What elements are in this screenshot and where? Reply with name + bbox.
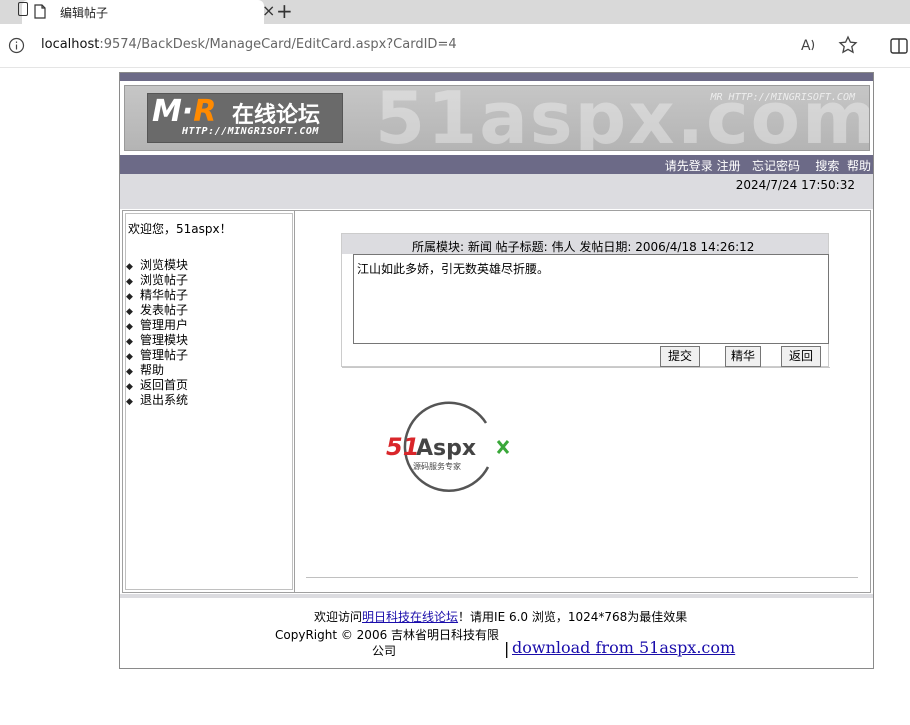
footer-welcome-prefix: 欢迎访问 bbox=[314, 610, 363, 624]
sidebar-item-label: 管理帖子 bbox=[140, 348, 189, 362]
footer-company: 公司 bbox=[372, 644, 397, 658]
forum-page: 51aspx.com MR HTTP://MINGRISOFT.COM M·R … bbox=[119, 72, 874, 669]
sidebar-item-label: 浏览模块 bbox=[140, 258, 189, 272]
back-button[interactable]: 返回 bbox=[781, 346, 821, 367]
sidebar-item-label: 管理用户 bbox=[140, 318, 189, 332]
logo-mr: M·R bbox=[152, 94, 216, 129]
logo-url: HTTP://MINGRISOFT.COM bbox=[182, 126, 319, 137]
info-icon[interactable] bbox=[8, 37, 25, 54]
sidebar-item-label: 发表帖子 bbox=[140, 303, 189, 317]
url-host: localhost bbox=[41, 37, 100, 52]
logo-51-text: 51 bbox=[386, 433, 419, 461]
sidebar-item-label: 返回首页 bbox=[140, 378, 189, 392]
post-content-textarea[interactable]: 江山如此多娇，引无数英雄尽折腰。 bbox=[353, 254, 829, 344]
sidebar-item-label: 精华帖子 bbox=[140, 288, 189, 302]
browser-tab[interactable]: 编辑帖子 × bbox=[18, 0, 275, 24]
post-info-text: 所属模块: 新闻 帖子标题: 伟人 发帖日期: 2006/4/18 14:26:… bbox=[412, 240, 755, 254]
diamond-bullet-icon: ◆ bbox=[126, 397, 133, 407]
welcome-text: 欢迎您，51aspx！ bbox=[128, 222, 232, 236]
main-divider bbox=[306, 577, 858, 578]
nav-forgot-password[interactable]: 忘记密码 bbox=[752, 159, 800, 173]
download-link[interactable]: download from 51aspx.com bbox=[512, 638, 735, 657]
read-aloud-icon[interactable]: A bbox=[800, 36, 818, 54]
sidebar-item-help[interactable]: ◆ 帮助 bbox=[126, 363, 188, 378]
footer-welcome-suffix: ！请用IE 6.0 浏览，1024*768为最佳效果 bbox=[458, 610, 688, 624]
url-path: :9574/BackDesk/ManageCard/EditCard.aspx?… bbox=[99, 37, 457, 52]
sidebar-item-featured-posts[interactable]: ◆ 精华帖子 bbox=[126, 288, 188, 303]
footer-separator bbox=[120, 594, 873, 598]
address-bar: localhost:9574/BackDesk/ManageCard/EditC… bbox=[0, 24, 910, 68]
new-tab-icon[interactable]: + bbox=[276, 0, 293, 22]
tab-title: 编辑帖子 bbox=[60, 6, 109, 20]
content-area: 欢迎您，51aspx！ ◆ 浏览模块 ◆ 浏览帖子 ◆ 精华帖子 ◆ 发表帖子 ◆ 管理用… bbox=[122, 210, 871, 593]
edit-post-form: 所属模块: 新闻 帖子标题: 伟人 发帖日期: 2006/4/18 14:26:… bbox=[341, 233, 830, 368]
footer-pipe: | bbox=[504, 639, 510, 658]
sidebar-item-logout[interactable]: ◆ 退出系统 bbox=[126, 393, 188, 408]
nav-search[interactable]: 搜索 bbox=[815, 159, 839, 173]
banner-small-url: MR HTTP://MINGRISOFT.COM bbox=[710, 92, 856, 103]
51aspx-logo[interactable]: 51 Aspx 源码服务专家 bbox=[386, 401, 512, 493]
nav-help[interactable]: 帮助 bbox=[847, 159, 871, 173]
top-stripe bbox=[120, 73, 873, 81]
sidebar-item-label: 浏览帖子 bbox=[140, 273, 189, 287]
main-panel: 所属模块: 新闻 帖子标题: 伟人 发帖日期: 2006/4/18 14:26:… bbox=[296, 211, 870, 592]
sidebar: 欢迎您，51aspx！ ◆ 浏览模块 ◆ 浏览帖子 ◆ 精华帖子 ◆ 发表帖子 ◆ 管理用… bbox=[123, 211, 295, 592]
browser-tabbar: 编辑帖子 × + bbox=[0, 0, 910, 24]
form-divider bbox=[342, 367, 830, 368]
current-datetime: 2024/7/24 17:50:32 bbox=[735, 178, 855, 192]
nav-login[interactable]: 请先登录 bbox=[665, 159, 713, 173]
date-bar: 2024/7/24 17:50:32 bbox=[120, 174, 873, 209]
footer-copyright: CopyRight © 2006 吉林省明日科技有限 bbox=[275, 628, 500, 642]
sidebar-item-browse-posts[interactable]: ◆ 浏览帖子 bbox=[126, 273, 188, 288]
submit-button[interactable]: 提交 bbox=[660, 346, 700, 367]
footer-welcome: 欢迎访问明日科技在线论坛！请用IE 6.0 浏览，1024*768为最佳效果 bbox=[314, 608, 687, 625]
essence-button[interactable]: 精华 bbox=[725, 346, 761, 367]
logo-subtitle: 源码服务专家 bbox=[413, 461, 461, 471]
forum-link[interactable]: 明日科技在线论坛 bbox=[362, 610, 458, 624]
sidebar-item-label: 管理模块 bbox=[140, 333, 189, 347]
split-screen-icon[interactable] bbox=[890, 38, 908, 54]
close-tab-icon[interactable]: × bbox=[262, 2, 275, 20]
logo-aspx-text: Aspx bbox=[416, 436, 476, 461]
sidebar-item-new-post[interactable]: ◆ 发表帖子 bbox=[126, 303, 188, 318]
site-logo[interactable]: M·R 在线论坛 HTTP://MINGRISOFT.COM bbox=[147, 93, 343, 143]
sidebar-item-label: 帮助 bbox=[140, 363, 165, 377]
sidebar-toggle-icon[interactable] bbox=[18, 2, 28, 16]
sidebar-item-manage-users[interactable]: ◆ 管理用户 bbox=[126, 318, 188, 333]
sidebar-item-browse-modules[interactable]: ◆ 浏览模块 bbox=[126, 258, 188, 273]
sidebar-menu: ◆ 浏览模块 ◆ 浏览帖子 ◆ 精华帖子 ◆ 发表帖子 ◆ 管理用户 ◆ 管理模块 ◆ 管理帖… bbox=[126, 258, 188, 408]
nav-register[interactable]: 注册 bbox=[717, 159, 741, 173]
sidebar-item-manage-modules[interactable]: ◆ 管理模块 bbox=[126, 333, 188, 348]
sidebar-item-manage-posts[interactable]: ◆ 管理帖子 bbox=[126, 348, 188, 363]
svg-text:A: A bbox=[801, 38, 811, 54]
sidebar-inner: 欢迎您，51aspx！ ◆ 浏览模块 ◆ 浏览帖子 ◆ 精华帖子 ◆ 发表帖子 ◆ 管理用… bbox=[125, 213, 293, 590]
post-info-header: 所属模块: 新闻 帖子标题: 伟人 发帖日期: 2006/4/18 14:26:… bbox=[342, 234, 828, 254]
logo-mr-m: M· bbox=[152, 94, 194, 129]
favorite-star-icon[interactable] bbox=[838, 35, 858, 55]
banner: 51aspx.com MR HTTP://MINGRISOFT.COM M·R … bbox=[124, 85, 870, 151]
document-icon bbox=[34, 4, 46, 19]
nav-links: 请先登录 注册 忘记密码 搜索 帮助 bbox=[665, 157, 871, 174]
sidebar-item-home[interactable]: ◆ 返回首页 bbox=[126, 378, 188, 393]
sidebar-item-label: 退出系统 bbox=[140, 393, 189, 407]
nav-bar: 请先登录 注册 忘记密码 搜索 帮助 bbox=[120, 155, 873, 174]
logo-title: 在线论坛 bbox=[232, 103, 321, 128]
url-field[interactable]: localhost:9574/BackDesk/ManageCard/EditC… bbox=[41, 37, 457, 52]
logo-mr-r: R bbox=[193, 94, 217, 129]
